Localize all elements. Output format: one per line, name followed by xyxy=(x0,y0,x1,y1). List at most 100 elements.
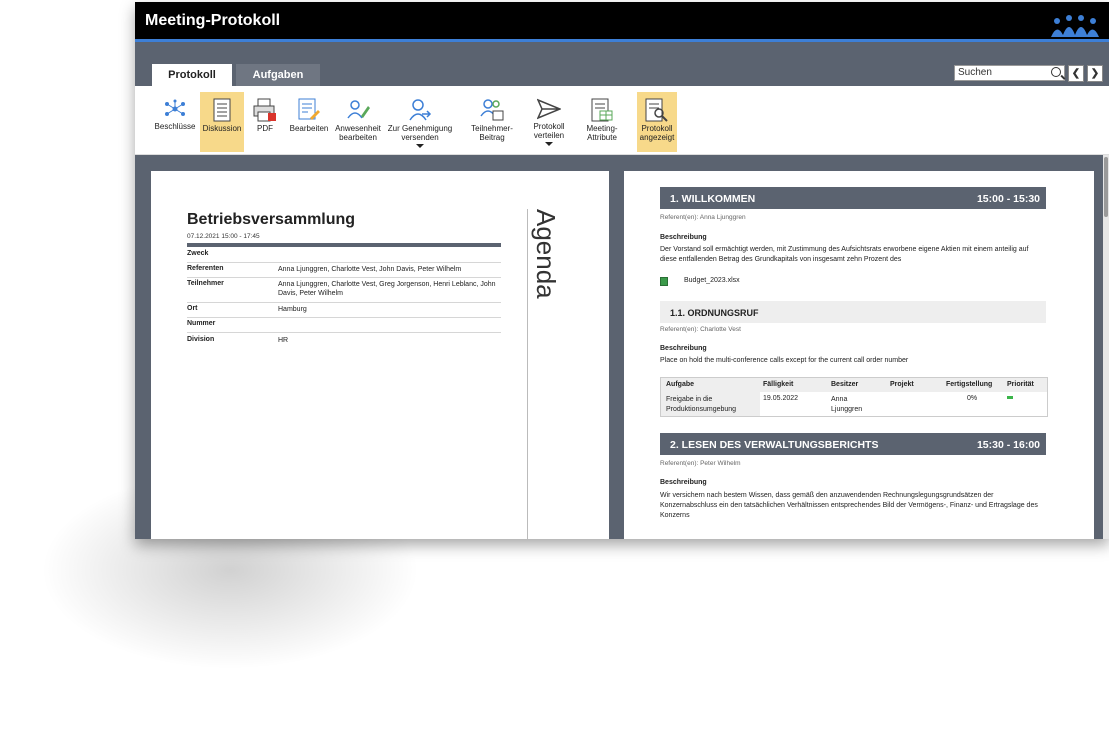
tool-label: Meeting-Attribute xyxy=(586,124,618,142)
info-row: Division HR xyxy=(187,334,501,348)
col-header: Fertigstellung xyxy=(946,381,993,388)
tool-label: Bearbeiten xyxy=(289,124,329,133)
crowd-logo-icon xyxy=(1051,15,1099,37)
agenda-section-header: 1. WILLKOMMEN 15:00 - 15:30 xyxy=(660,187,1046,209)
svg-text:Agenda: Agenda xyxy=(531,209,561,299)
col-header: Besitzer xyxy=(831,381,859,388)
document-search-icon xyxy=(645,98,668,122)
task-due: 19.05.2022 xyxy=(763,395,799,402)
col-header: Fälligkeit xyxy=(763,381,794,388)
content-area: Betriebsversammlung 07.12.2021 15:00 - 1… xyxy=(135,155,1109,539)
users-table-icon xyxy=(480,99,504,121)
tool-label: Beschlüsse xyxy=(154,122,196,131)
description-label: Beschreibung xyxy=(660,479,707,486)
description-text: Wir versichern nach bestem Wissen, dass … xyxy=(660,492,1038,519)
pdf-print-icon xyxy=(253,98,276,122)
task-table: Aufgabe Fälligkeit Besitzer Projekt Fert… xyxy=(660,377,1048,417)
info-key: Teilnehmer xyxy=(187,280,224,287)
info-row: Referenten Anna Ljunggren, Charlotte Ves… xyxy=(187,263,501,278)
tool-diskussion[interactable]: Diskussion xyxy=(200,92,244,152)
meeting-info-page: Betriebsversammlung 07.12.2021 15:00 - 1… xyxy=(151,171,609,539)
tool-genehmigung[interactable]: Zur Genehmigung versenden xyxy=(387,92,453,152)
agenda-vertical-label: Agenda xyxy=(531,209,561,299)
priority-indicator xyxy=(1007,396,1013,399)
tool-teilnehmer-beitrag[interactable]: Teilnehmer-Beitrag xyxy=(459,92,525,152)
info-key: Division xyxy=(187,336,215,343)
description-label: Beschreibung xyxy=(660,234,707,241)
tool-bearbeiten[interactable]: Bearbeiten xyxy=(287,92,331,152)
section-referent: Referent(en): Charlotte Vest xyxy=(660,326,741,333)
excel-file-icon xyxy=(660,277,668,286)
document-lines-icon xyxy=(213,98,231,122)
scrollbar[interactable] xyxy=(1103,155,1109,539)
info-row: Nummer xyxy=(187,318,501,333)
info-value: Anna Ljunggren, Charlotte Vest, John Dav… xyxy=(278,266,462,273)
info-row: Teilnehmer Anna Ljunggren, Charlotte Ves… xyxy=(187,278,501,303)
tool-meeting-attribute[interactable]: Meeting-Attribute xyxy=(572,92,632,152)
section-referent: Referent(en): Peter Wilhelm xyxy=(660,460,741,467)
tool-protokoll-verteilen[interactable]: Protokoll verteilen xyxy=(529,92,569,152)
tool-anwesenheit[interactable]: Anwesenheit bearbeiten xyxy=(334,92,382,152)
tool-label: Protokoll verteilen xyxy=(533,122,565,140)
tool-label: Teilnehmer-Beitrag xyxy=(471,124,513,142)
tool-beschluesse[interactable]: Beschlüsse xyxy=(153,92,197,152)
tool-protokoll-angezeigt[interactable]: Protokoll angezeigt xyxy=(637,92,677,152)
network-icon xyxy=(165,99,185,116)
col-header: Aufgabe xyxy=(666,381,694,388)
tool-label: Protokoll angezeigt xyxy=(639,124,675,142)
tool-label: Diskussion xyxy=(202,124,242,133)
tool-label: PDF xyxy=(257,124,273,133)
info-value: Anna Ljunggren, Charlotte Vest, Greg Jor… xyxy=(278,281,496,297)
task-completion: 0% xyxy=(967,395,978,402)
description-label: Beschreibung xyxy=(660,345,707,352)
tool-pdf[interactable]: PDF xyxy=(247,92,283,152)
tab-protokoll[interactable]: Protokoll xyxy=(152,64,232,86)
info-key: Nummer xyxy=(187,320,216,327)
paper-plane-icon xyxy=(537,98,561,120)
info-key: Zweck xyxy=(187,250,209,257)
task-table-header: Aufgabe Fälligkeit Besitzer Projekt Fert… xyxy=(661,378,1047,392)
agenda-section-header: 2. LESEN DES VERWALTUNGSBERICHTS 15:30 -… xyxy=(660,433,1046,455)
description-text: Der Vorstand soll ermächtigt werden, mit… xyxy=(660,246,1029,263)
tab-aufgaben[interactable]: Aufgaben xyxy=(236,64,320,86)
ribbon-toolbar: Beschlüsse Diskussion PDF Bearbeiten Anw… xyxy=(135,86,1109,155)
prev-button[interactable]: ❮ xyxy=(1068,65,1084,82)
col-header: Projekt xyxy=(890,381,914,388)
description-text: Place on hold the multi-conference calls… xyxy=(660,357,909,364)
section-title: 2. LESEN DES VERWALTUNGSBERICHTS xyxy=(670,439,879,451)
section-time: 15:30 - 16:00 xyxy=(976,439,1040,451)
search-icon[interactable] xyxy=(1051,67,1061,77)
agenda-subsection-header: 1.1. ORDNUNGSRUF xyxy=(660,301,1046,323)
search-input[interactable]: Suchen xyxy=(954,65,1065,81)
scrollbar-thumb[interactable] xyxy=(1104,157,1108,217)
info-key: Ort xyxy=(187,305,198,312)
attributes-icon xyxy=(591,98,613,122)
edit-document-icon xyxy=(298,98,320,120)
task-name[interactable]: Freigabe in die Produktionsumgebung xyxy=(666,395,756,415)
app-window: Meeting-Protokoll Protokoll Aufgaben Suc… xyxy=(135,2,1109,539)
col-header: Priorität xyxy=(1007,381,1034,388)
section-title: 1. WILLKOMMEN xyxy=(670,193,756,205)
info-value: Hamburg xyxy=(278,306,307,313)
title-divider xyxy=(187,243,501,247)
tool-label: Anwesenheit bearbeiten xyxy=(335,124,381,142)
info-row: Zweck xyxy=(187,248,501,263)
section-time: 15:00 - 15:30 xyxy=(976,193,1040,205)
meeting-title: Betriebsversammlung xyxy=(187,211,356,228)
attachment-name[interactable]: Budget_2023.xlsx xyxy=(684,277,740,284)
window-title: Meeting-Protokoll xyxy=(145,12,281,29)
info-key: Referenten xyxy=(187,265,224,272)
info-row: Ort Hamburg xyxy=(187,303,501,318)
next-button[interactable]: ❯ xyxy=(1087,65,1103,82)
tool-label: Zur Genehmigung versenden xyxy=(387,124,453,142)
meeting-datetime: 07.12.2021 15:00 - 17:45 xyxy=(187,233,260,240)
task-owner: Anna Ljunggren xyxy=(831,396,863,413)
dropdown-caret-icon[interactable] xyxy=(416,144,424,148)
info-value: HR xyxy=(278,337,289,344)
agenda-page: 1. WILLKOMMEN 15:00 - 15:30 Referent(en)… xyxy=(624,171,1094,539)
section-referent: Referent(en): Anna Ljunggren xyxy=(660,214,746,221)
search-placeholder: Suchen xyxy=(958,67,992,78)
subsection-title: 1.1. ORDNUNGSRUF xyxy=(670,308,759,318)
dropdown-caret-icon[interactable] xyxy=(545,142,553,146)
users-edit-icon xyxy=(347,100,370,119)
